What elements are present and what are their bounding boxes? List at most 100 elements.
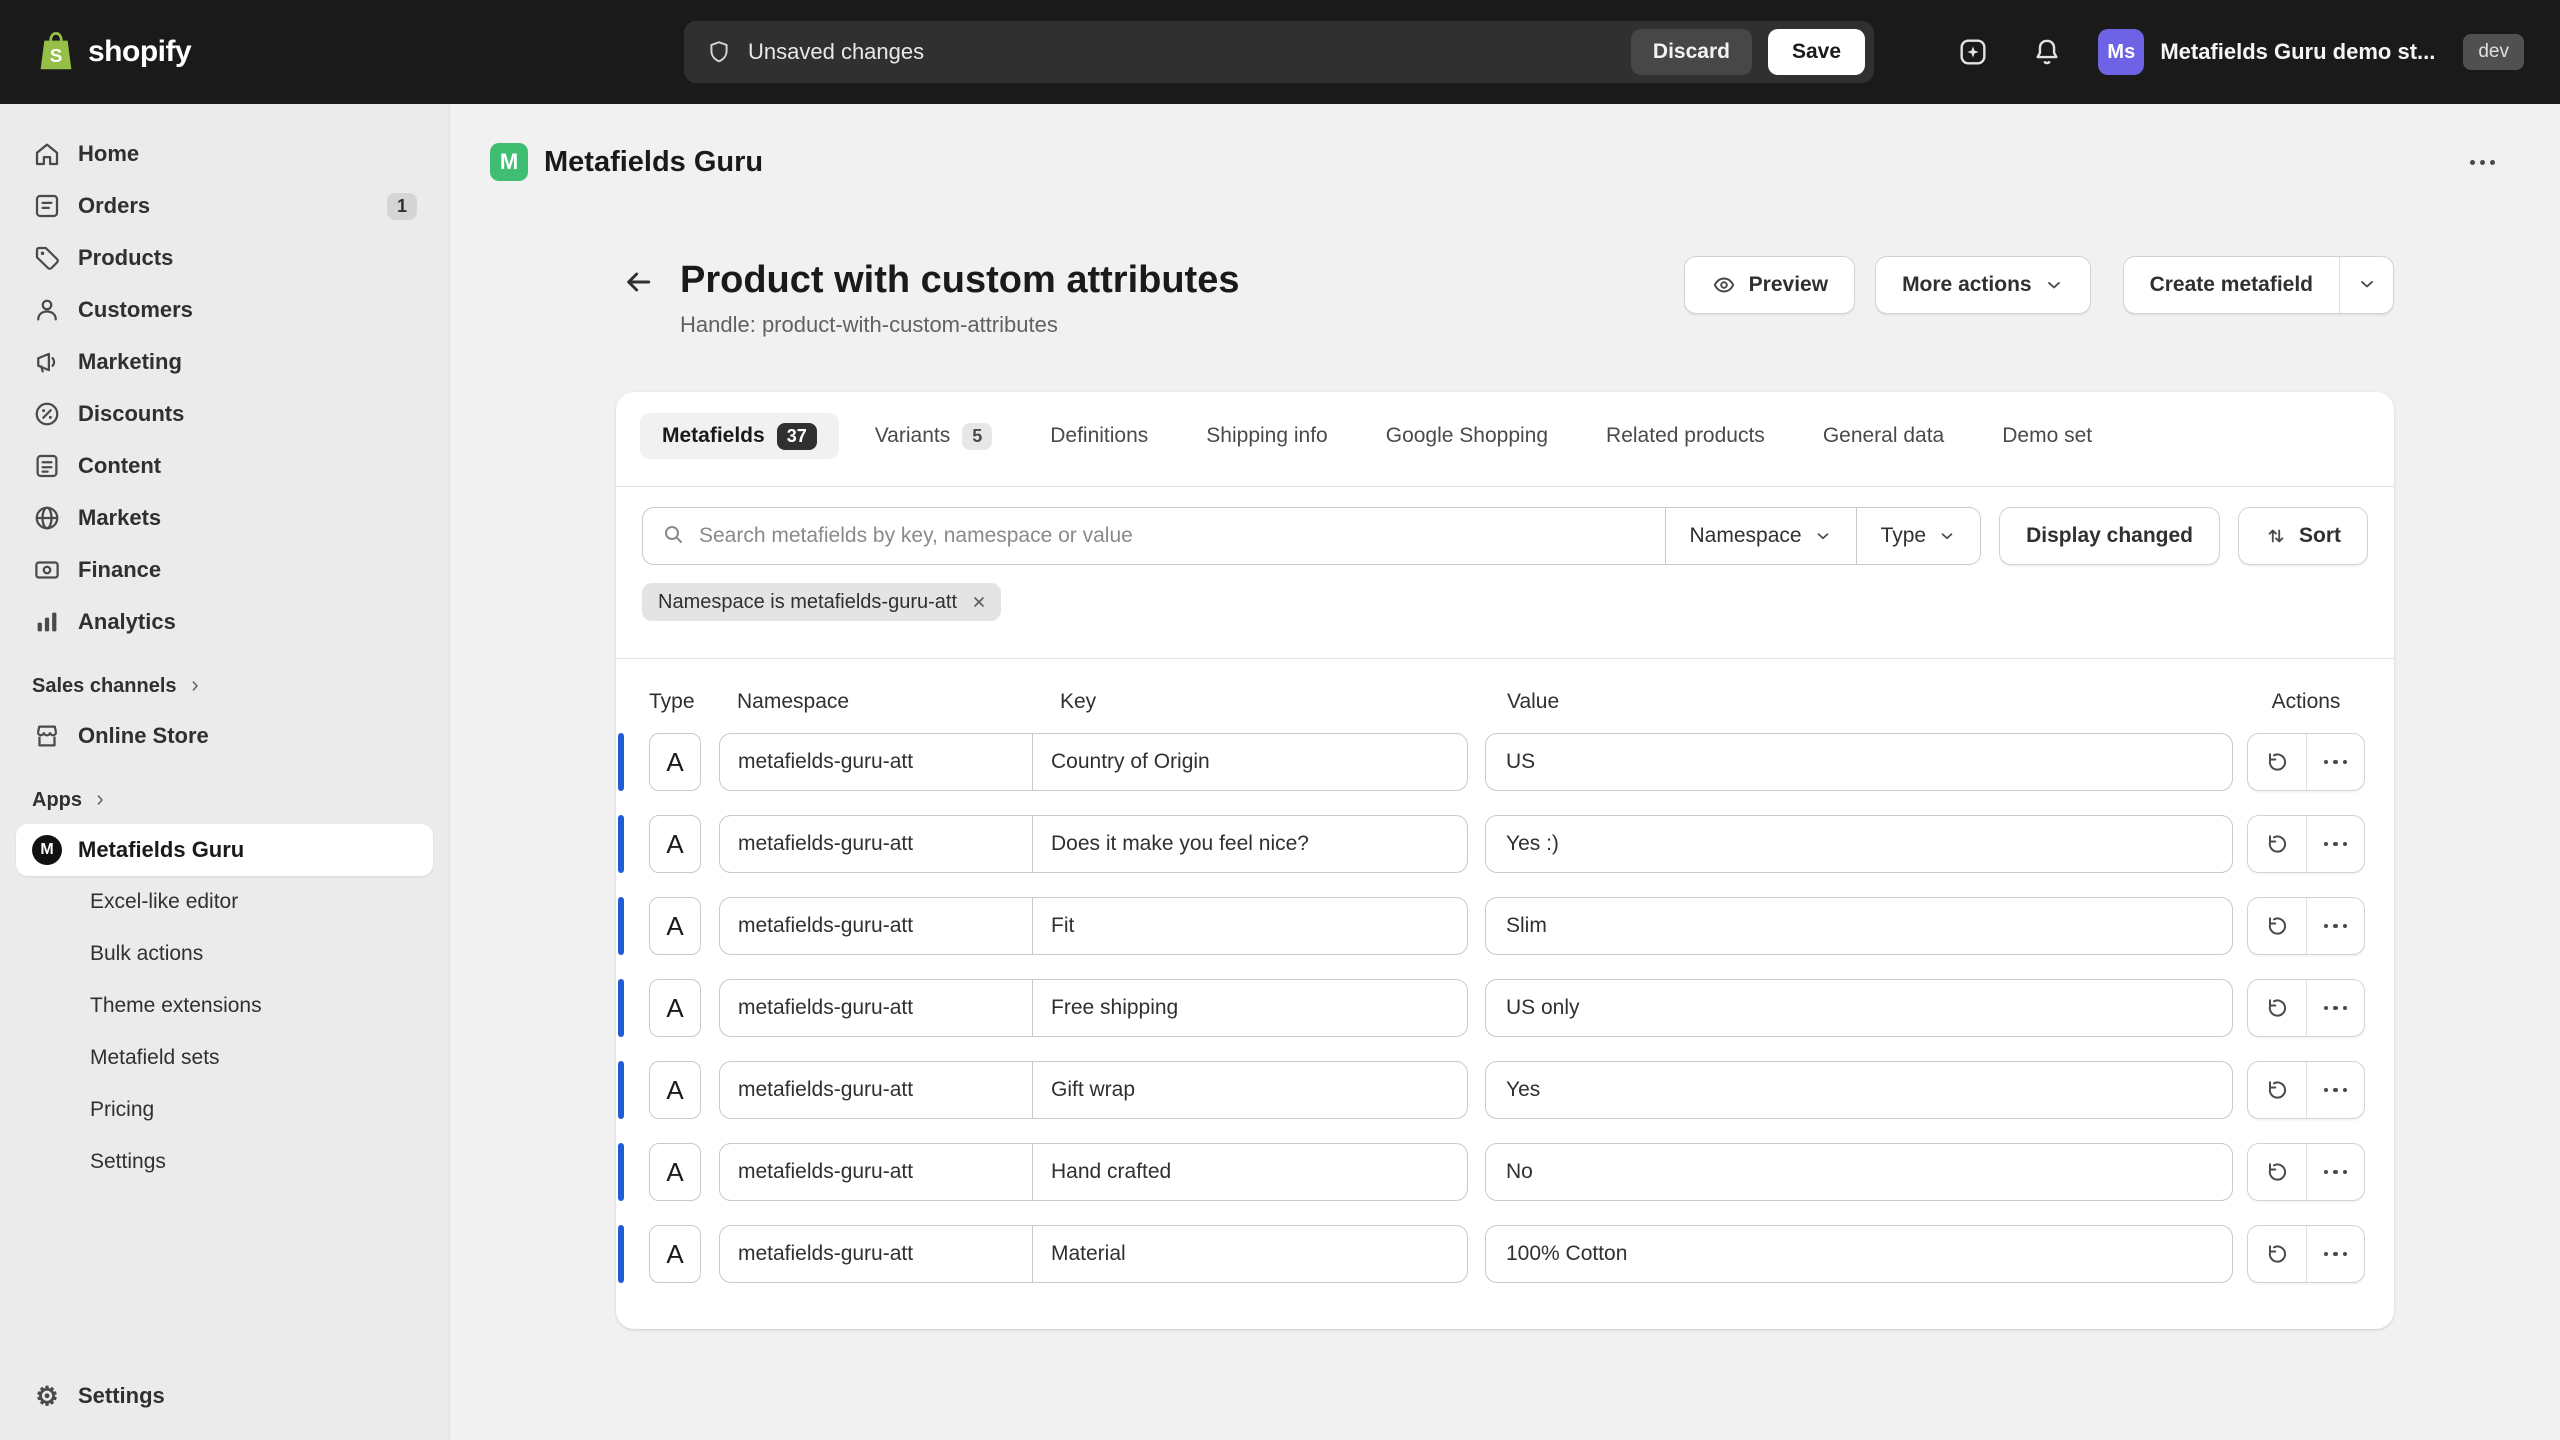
key-input[interactable] (1033, 1226, 1467, 1282)
row-menu-button[interactable] (2307, 980, 2365, 1036)
key-input[interactable] (1033, 1144, 1467, 1200)
sidebar-item-customers[interactable]: Customers (16, 284, 433, 336)
type-badge[interactable]: A (649, 1143, 701, 1201)
sidebar-item-theme-extensions[interactable]: Theme extensions (16, 980, 433, 1032)
undo-button[interactable] (2248, 734, 2307, 790)
sidebar: Home Orders 1 Products Customers Marketi… (0, 104, 450, 1440)
tab-demo-set[interactable]: Demo set (1980, 413, 2114, 459)
account-menu[interactable]: Ms Metafields Guru demo st... (2098, 29, 2435, 75)
tab-definitions[interactable]: Definitions (1028, 413, 1170, 459)
sidebar-item-bulk-actions[interactable]: Bulk actions (16, 928, 433, 980)
key-input[interactable] (1033, 1062, 1467, 1118)
undo-button[interactable] (2248, 980, 2307, 1036)
type-badge[interactable]: A (649, 815, 701, 873)
sidebar-item-metafields-guru[interactable]: M Metafields Guru (16, 824, 433, 876)
metafields-search-input[interactable] (699, 524, 1647, 548)
create-metafield-chevron-button[interactable] (2339, 257, 2393, 313)
value-input[interactable] (1485, 897, 2233, 955)
tab-variants[interactable]: Variants 5 (853, 413, 1015, 459)
tab-metafields[interactable]: Metafields 37 (640, 413, 839, 459)
ellipsis-icon (2470, 160, 2495, 165)
apps-header[interactable]: Apps (16, 776, 433, 824)
metafields-count-badge: 37 (777, 423, 817, 450)
namespace-input[interactable] (720, 1062, 1033, 1118)
undo-button[interactable] (2248, 816, 2307, 872)
create-metafield-button[interactable]: Create metafield (2124, 257, 2339, 313)
namespace-key-group (719, 897, 1468, 955)
create-metafield-split-button: Create metafield (2123, 256, 2394, 314)
namespace-input[interactable] (720, 734, 1033, 790)
sales-channels-header[interactable]: Sales channels (16, 662, 433, 710)
unsaved-indicator-icon (706, 39, 732, 65)
value-input[interactable] (1485, 815, 2233, 873)
tab-shipping-info[interactable]: Shipping info (1184, 413, 1349, 459)
sidebar-item-markets[interactable]: Markets (16, 492, 433, 544)
shopify-logo[interactable]: S shopify (36, 30, 684, 74)
undo-button[interactable] (2248, 898, 2307, 954)
notifications-icon[interactable] (2024, 29, 2070, 75)
sidebar-item-products[interactable]: Products (16, 232, 433, 284)
sidebar-item-analytics[interactable]: Analytics (16, 596, 433, 648)
type-badge[interactable]: A (649, 1225, 701, 1283)
sidebar-item-discounts[interactable]: Discounts (16, 388, 433, 440)
sidebar-item-orders[interactable]: Orders 1 (16, 180, 433, 232)
undo-button[interactable] (2248, 1144, 2307, 1200)
undo-button[interactable] (2248, 1062, 2307, 1118)
namespace-filter-dropdown[interactable]: Namespace (1665, 508, 1856, 564)
remove-filter-icon[interactable] (965, 588, 993, 616)
more-actions-button[interactable]: More actions (1875, 256, 2091, 314)
type-filter-dropdown[interactable]: Type (1856, 508, 1981, 564)
key-input[interactable] (1033, 816, 1467, 872)
row-menu-button[interactable] (2307, 816, 2365, 872)
online-store-icon (32, 721, 62, 751)
row-menu-button[interactable] (2307, 734, 2365, 790)
row-menu-button[interactable] (2307, 898, 2365, 954)
value-input[interactable] (1485, 1225, 2233, 1283)
sidebar-item-marketing[interactable]: Marketing (16, 336, 433, 388)
value-input[interactable] (1485, 1143, 2233, 1201)
namespace-filter-chip[interactable]: Namespace is metafields-guru-att (642, 583, 1001, 621)
row-menu-button[interactable] (2307, 1226, 2365, 1282)
main-content: M Metafields Guru Product with custom at… (450, 0, 2560, 1440)
chevron-down-icon (2044, 275, 2064, 295)
preview-button[interactable]: Preview (1684, 256, 1855, 314)
key-input[interactable] (1033, 898, 1467, 954)
namespace-input[interactable] (720, 816, 1033, 872)
discard-button[interactable]: Discard (1631, 29, 1752, 75)
type-badge[interactable]: A (649, 733, 701, 791)
app-menu-button[interactable] (2460, 140, 2504, 184)
namespace-input[interactable] (720, 1226, 1033, 1282)
save-button[interactable]: Save (1768, 29, 1865, 75)
sort-button[interactable]: Sort (2238, 507, 2368, 565)
namespace-input[interactable] (720, 980, 1033, 1036)
sidebar-item-app-settings[interactable]: Settings (16, 1136, 433, 1188)
undo-button[interactable] (2248, 1226, 2307, 1282)
sidekick-icon[interactable] (1950, 29, 1996, 75)
back-button[interactable] (616, 260, 660, 304)
sidebar-item-pricing[interactable]: Pricing (16, 1084, 433, 1136)
sidebar-item-metafield-sets[interactable]: Metafield sets (16, 1032, 433, 1084)
type-badge[interactable]: A (649, 979, 701, 1037)
row-menu-button[interactable] (2307, 1062, 2365, 1118)
namespace-input[interactable] (720, 1144, 1033, 1200)
value-input[interactable] (1485, 733, 2233, 791)
row-menu-button[interactable] (2307, 1144, 2365, 1200)
sidebar-item-finance[interactable]: Finance (16, 544, 433, 596)
sidebar-item-settings[interactable]: ⚙ Settings (16, 1370, 433, 1422)
type-badge[interactable]: A (649, 1061, 701, 1119)
tab-general-data[interactable]: General data (1801, 413, 1966, 459)
sidebar-item-excel-like-editor[interactable]: Excel-like editor (16, 876, 433, 928)
key-input[interactable] (1033, 980, 1467, 1036)
sidebar-item-content[interactable]: Content (16, 440, 433, 492)
tab-google-shopping[interactable]: Google Shopping (1364, 413, 1570, 459)
value-input[interactable] (1485, 1061, 2233, 1119)
type-badge[interactable]: A (649, 897, 701, 955)
display-changed-button[interactable]: Display changed (1999, 507, 2220, 565)
sidebar-item-home[interactable]: Home (16, 128, 433, 180)
tab-related-products[interactable]: Related products (1584, 413, 1787, 459)
key-input[interactable] (1033, 734, 1467, 790)
sidebar-item-online-store[interactable]: Online Store (16, 710, 433, 762)
namespace-input[interactable] (720, 898, 1033, 954)
metafield-row: A (649, 1061, 2365, 1119)
value-input[interactable] (1485, 979, 2233, 1037)
